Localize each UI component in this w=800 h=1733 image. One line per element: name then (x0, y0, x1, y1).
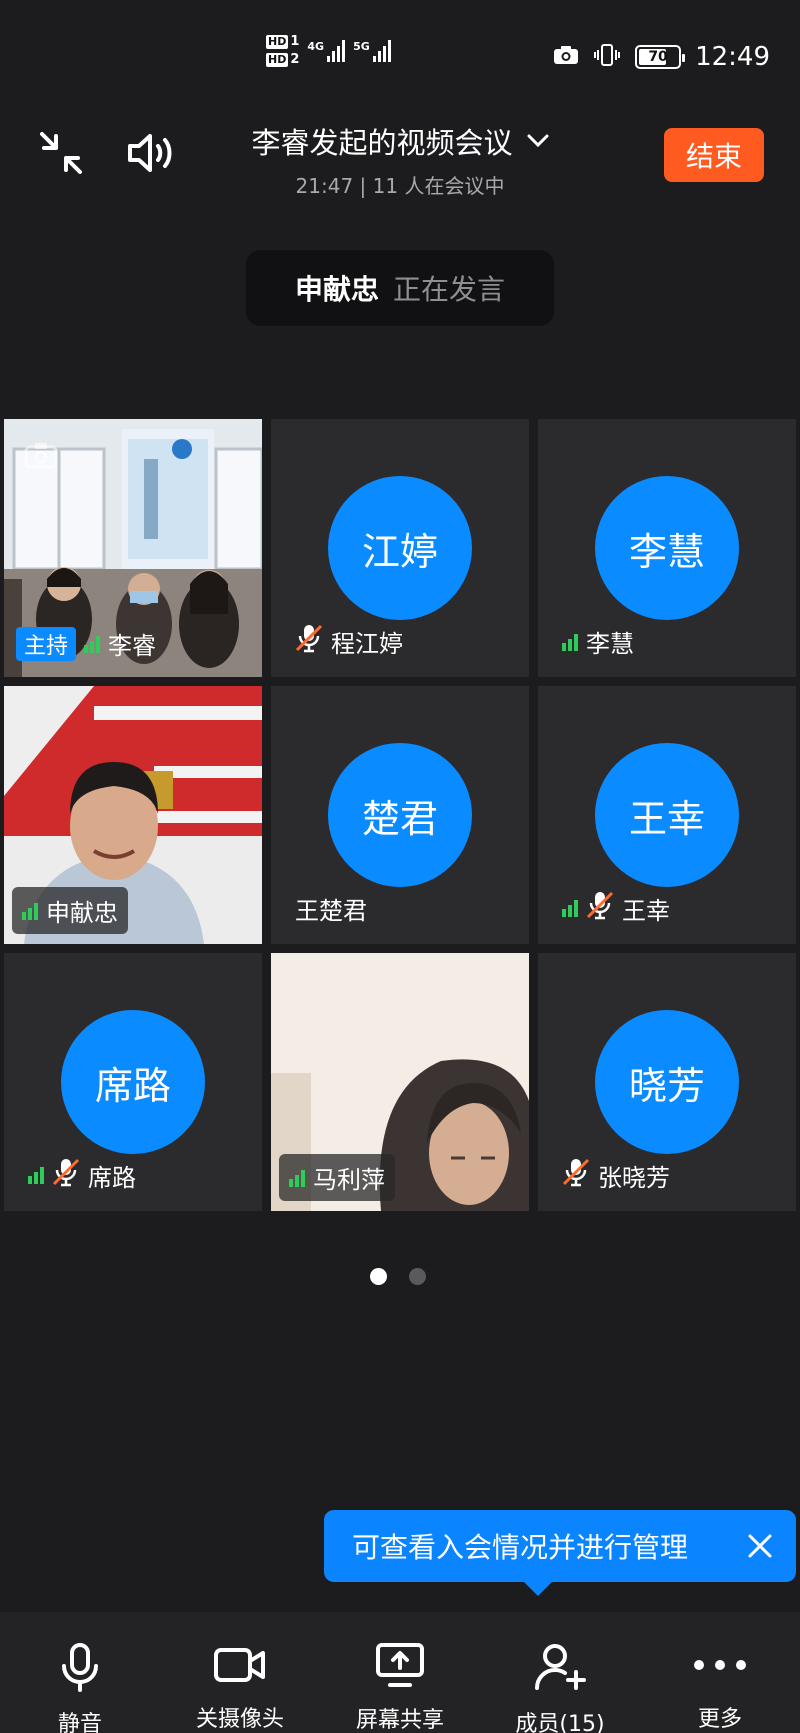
participant-label: 王幸 (562, 890, 670, 926)
participant-tile[interactable]: 主持 李睿 (4, 419, 262, 677)
participant-name: 马利萍 (313, 1166, 385, 1194)
mute-label: 静音 (57, 1712, 102, 1733)
avatar: 王幸 (595, 743, 739, 887)
mic-muted-icon (586, 890, 614, 926)
participant-grid: 主持 李睿 江婷 程江婷 李慧 李慧 申献忠 楚君 王楚君 王幸 王幸 席路 席… (4, 419, 796, 1211)
signal-5g-icon: 5G (353, 39, 391, 62)
mic-muted-icon (562, 1157, 590, 1193)
page-dot[interactable] (409, 1268, 426, 1285)
participant-name: 申献忠 (46, 899, 118, 927)
participant-label: 马利萍 (279, 1154, 395, 1201)
avatar: 江婷 (328, 476, 472, 620)
minimize-icon (40, 132, 82, 174)
minimize-button[interactable] (36, 128, 86, 178)
more-label: 更多 (697, 1707, 742, 1732)
camera-label: 关摄像头 (195, 1707, 284, 1732)
members-button[interactable]: 成员(15) (480, 1612, 640, 1733)
participant-name: 程江婷 (331, 629, 403, 658)
vibrate-icon (593, 43, 621, 71)
participant-label: 王楚君 (295, 891, 367, 926)
add-member-icon (533, 1642, 587, 1692)
page-dot-active[interactable] (370, 1268, 387, 1285)
screen-share-icon (375, 1642, 425, 1688)
speaking-indicator: 申献忠 正在发言 (246, 250, 554, 326)
microphone-icon (59, 1642, 101, 1692)
signal-strength-icon (84, 635, 101, 653)
video-camera-icon (213, 1642, 267, 1687)
tooltip-text: 可查看入会情况并进行管理 (352, 1531, 689, 1564)
participant-name: 席路 (88, 1163, 136, 1192)
participant-tile[interactable]: 王幸 王幸 (538, 686, 796, 944)
participant-label: 李慧 (562, 624, 634, 659)
more-button[interactable]: 更多 (640, 1612, 800, 1733)
meeting-title-area[interactable]: 李睿发起的视频会议 21:47 | 11 人在会议中 (200, 120, 600, 199)
participant-name: 王幸 (622, 896, 670, 925)
participant-label: 张晓芳 (562, 1157, 670, 1193)
participant-tile[interactable]: 席路 席路 (4, 953, 262, 1211)
avatar: 李慧 (595, 476, 739, 620)
status-bar: HD 1 HD 2 4G 5G 70 12:49 (0, 0, 800, 110)
camera-toggle-button[interactable]: 关摄像头 (160, 1612, 320, 1733)
hd1-badge: HD 1 (266, 34, 300, 49)
participant-name: 王楚君 (295, 897, 367, 925)
camera-switch-icon[interactable] (24, 441, 58, 473)
mic-muted-icon (52, 1157, 80, 1193)
members-tooltip[interactable]: 可查看入会情况并进行管理 (324, 1510, 796, 1596)
participant-label: 申献忠 (12, 887, 128, 934)
signal-strength-icon (562, 633, 578, 651)
signal-4g-icon: 4G (307, 39, 346, 62)
avatar: 晓芳 (595, 1010, 739, 1154)
avatar: 楚君 (328, 743, 472, 887)
signal-strength-icon (22, 902, 38, 920)
participant-tile[interactable]: 江婷 程江婷 (271, 419, 529, 677)
participant-label: 席路 (28, 1157, 136, 1193)
page-indicator[interactable] (370, 1268, 426, 1285)
speaker-icon (128, 134, 172, 172)
mic-muted-icon (295, 623, 323, 659)
meeting-header: 李睿发起的视频会议 21:47 | 11 人在会议中 结束 (0, 110, 800, 220)
more-dots-icon (693, 1642, 747, 1687)
participant-name: 李睿 (108, 632, 157, 660)
speaker-button[interactable] (124, 128, 180, 178)
clock: 12:49 (695, 42, 770, 72)
meeting-subtitle: 21:47 | 11 人在会议中 (295, 174, 505, 198)
participant-tile[interactable]: 楚君 王楚君 (271, 686, 529, 944)
close-icon[interactable] (744, 1530, 776, 1562)
host-badge: 主持 (16, 626, 77, 661)
hd2-badge: HD 2 (266, 52, 300, 67)
mute-button[interactable]: 静音 (0, 1612, 160, 1733)
participant-tile[interactable]: 李慧 李慧 (538, 419, 796, 677)
participant-name: 张晓芳 (598, 1163, 670, 1192)
camera-status-icon (553, 45, 579, 69)
battery-level: 70 (648, 49, 668, 65)
speaking-name: 申献忠 (294, 273, 379, 306)
participant-tile[interactable]: 马利萍 (271, 953, 529, 1211)
chevron-down-icon[interactable] (527, 134, 549, 148)
screen-share-button[interactable]: 屏幕共享 (320, 1612, 480, 1733)
meeting-toolbar: 静音 关摄像头 屏幕共享 成员(15) 更多 (0, 1612, 800, 1733)
screen-share-label: 屏幕共享 (355, 1708, 444, 1733)
speaking-status: 正在发言 (393, 273, 506, 306)
signal-strength-icon (562, 899, 578, 917)
end-meeting-button[interactable]: 结束 (664, 128, 764, 182)
signal-strength-icon (289, 1169, 305, 1187)
members-label: 成员(15) (515, 1712, 605, 1733)
participant-tile-active[interactable]: 申献忠 (4, 686, 262, 944)
avatar: 席路 (61, 1010, 205, 1154)
participant-tile[interactable]: 晓芳 张晓芳 (538, 953, 796, 1211)
participant-name: 李慧 (586, 630, 634, 658)
network-indicators: HD 1 HD 2 4G 5G (266, 34, 391, 67)
battery-icon: 70 (635, 45, 686, 69)
participant-label: 程江婷 (295, 623, 403, 659)
participant-label: 主持 李睿 (16, 626, 156, 661)
signal-strength-icon (28, 1166, 44, 1184)
meeting-title[interactable]: 李睿发起的视频会议 (251, 120, 512, 162)
